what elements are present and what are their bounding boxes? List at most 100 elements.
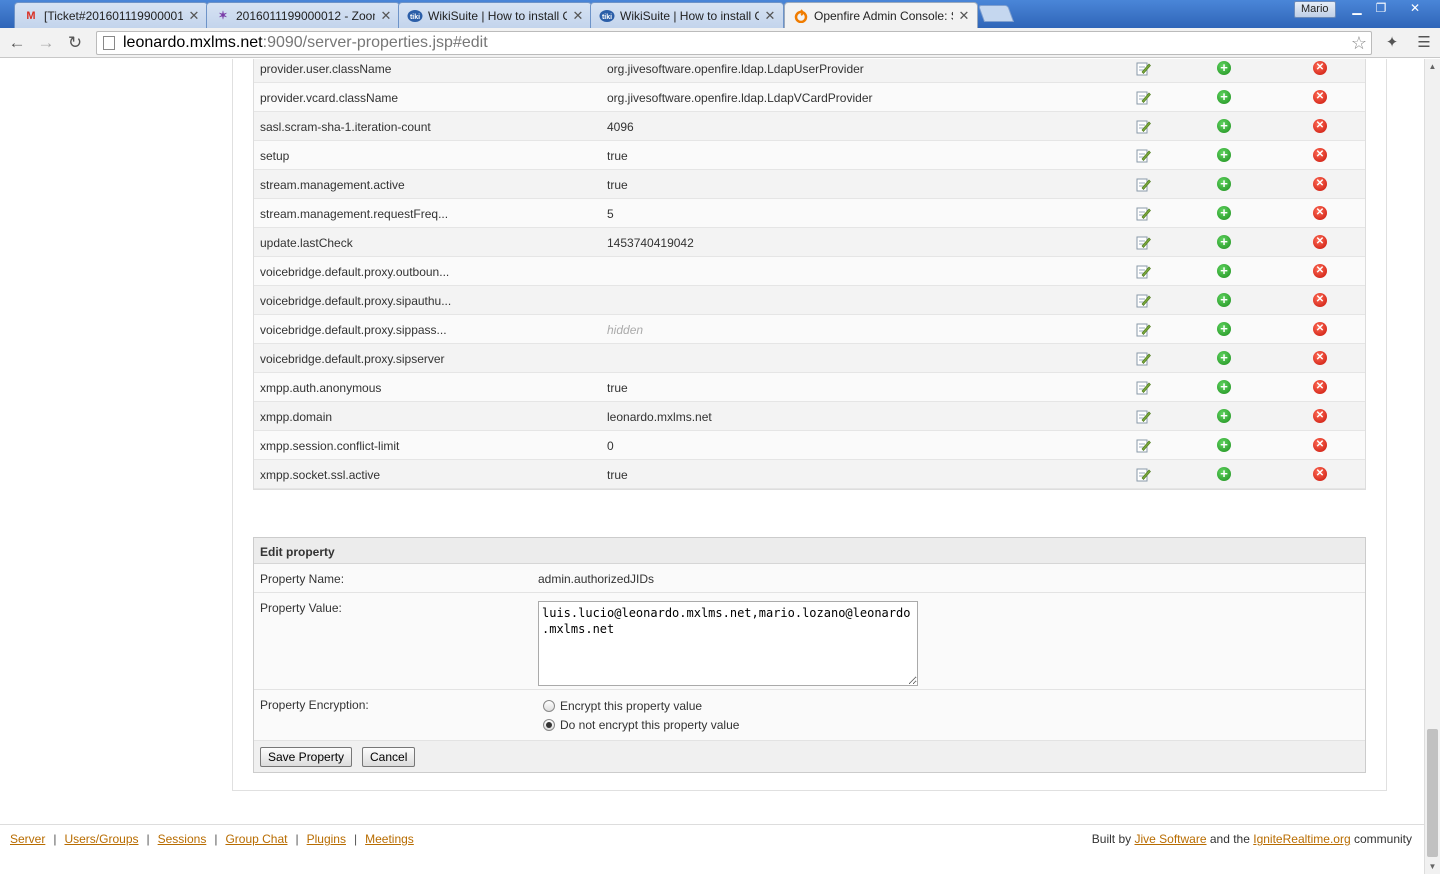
add-icon[interactable]: + <box>1217 293 1231 307</box>
delete-icon[interactable]: ✕ <box>1313 148 1327 162</box>
delete-icon[interactable]: ✕ <box>1313 351 1327 365</box>
encrypt-option[interactable]: Encrypt this property value <box>543 699 702 713</box>
jive-software-link[interactable]: Jive Software <box>1134 832 1206 846</box>
property-name: stream.management.requestFreq... <box>260 207 449 221</box>
add-icon[interactable]: + <box>1217 438 1231 452</box>
delete-icon[interactable]: ✕ <box>1313 235 1327 249</box>
new-tab-button[interactable] <box>977 5 1015 22</box>
property-value: 5 <box>607 207 614 221</box>
igniterealtime-link[interactable]: IgniteRealtime.org <box>1253 832 1350 846</box>
delete-icon[interactable]: ✕ <box>1313 264 1327 278</box>
footer-link[interactable]: Plugins <box>307 832 346 846</box>
bookmark-star-icon[interactable]: ☆ <box>1351 33 1367 54</box>
close-icon[interactable]: ✕ <box>763 8 777 24</box>
edit-icon[interactable] <box>1136 177 1151 192</box>
tab-zoom[interactable]: ✶ 2016011199000012 - Zoom - ✕ <box>206 2 400 28</box>
no-encrypt-radio[interactable] <box>543 719 555 731</box>
add-icon[interactable]: + <box>1217 90 1231 104</box>
delete-icon[interactable]: ✕ <box>1313 438 1327 452</box>
tab-title: WikiSuite | How to install Ope <box>428 8 567 23</box>
add-icon[interactable]: + <box>1217 148 1231 162</box>
back-arrow-icon[interactable]: ← <box>6 32 28 54</box>
delete-icon[interactable]: ✕ <box>1313 119 1327 133</box>
footer-link[interactable]: Meetings <box>365 832 414 846</box>
scroll-up-arrow-icon[interactable]: ▲ <box>1425 59 1440 74</box>
credit-prefix: Built by <box>1091 832 1132 846</box>
tab-title: [Ticket#2016011199000012] <box>44 8 183 23</box>
save-property-button[interactable]: Save Property <box>260 747 353 767</box>
delete-icon[interactable]: ✕ <box>1313 177 1327 191</box>
forward-arrow-icon[interactable]: → <box>35 32 57 54</box>
add-icon[interactable]: + <box>1217 467 1231 481</box>
footer-separator: | <box>295 832 299 846</box>
delete-icon[interactable]: ✕ <box>1313 467 1327 481</box>
menu-icon[interactable]: ☰ <box>1415 34 1433 52</box>
close-icon[interactable]: ✕ <box>379 8 393 24</box>
edit-icon[interactable] <box>1136 235 1151 250</box>
tiki-icon: tiki <box>599 8 615 24</box>
edit-icon[interactable] <box>1136 467 1151 482</box>
add-icon[interactable]: + <box>1217 119 1231 133</box>
property-name: xmpp.auth.anonymous <box>260 381 382 395</box>
address-bar[interactable]: leonardo.mxlms.net:9090/server-propertie… <box>96 31 1372 55</box>
footer-link[interactable]: Users/Groups <box>64 832 138 846</box>
edit-icon[interactable] <box>1136 264 1151 279</box>
profile-badge[interactable]: Mario <box>1294 1 1336 18</box>
delete-icon[interactable]: ✕ <box>1313 206 1327 220</box>
edit-icon[interactable] <box>1136 206 1151 221</box>
delete-icon[interactable]: ✕ <box>1313 380 1327 394</box>
footer-link[interactable]: Group Chat <box>225 832 287 846</box>
property-name: provider.vcard.className <box>260 91 399 105</box>
edit-icon[interactable] <box>1136 61 1151 76</box>
edit-icon[interactable] <box>1136 90 1151 105</box>
edit-icon[interactable] <box>1136 351 1151 366</box>
vertical-scrollbar[interactable]: ▲ ▼ <box>1424 59 1440 874</box>
property-row: stream.management.active true + ✕ <box>254 170 1365 199</box>
edit-icon[interactable] <box>1136 380 1151 395</box>
add-icon[interactable]: + <box>1217 206 1231 220</box>
cancel-button[interactable]: Cancel <box>362 747 416 767</box>
encrypt-radio[interactable] <box>543 700 555 712</box>
footer-link[interactable]: Server <box>10 832 45 846</box>
edit-icon[interactable] <box>1136 438 1151 453</box>
tab-wikisuite-1[interactable]: tiki WikiSuite | How to install Ope ✕ <box>398 2 592 28</box>
add-icon[interactable]: + <box>1217 409 1231 423</box>
property-value-textarea[interactable]: luis.lucio@leonardo.mxlms.net,mario.loza… <box>538 601 918 686</box>
tab-gmail[interactable]: M [Ticket#2016011199000012] ✕ <box>14 2 208 28</box>
property-name: sasl.scram-sha-1.iteration-count <box>260 120 431 134</box>
edit-icon[interactable] <box>1136 322 1151 337</box>
add-icon[interactable]: + <box>1217 351 1231 365</box>
reload-icon[interactable]: ↻ <box>64 32 86 54</box>
footer-link[interactable]: Sessions <box>158 832 207 846</box>
edit-icon[interactable] <box>1136 409 1151 424</box>
property-name: voicebridge.default.proxy.sipserver <box>260 352 445 366</box>
add-icon[interactable]: + <box>1217 61 1231 75</box>
close-icon[interactable]: ✕ <box>187 8 201 24</box>
property-name: provider.user.className <box>260 62 392 76</box>
edit-icon[interactable] <box>1136 148 1151 163</box>
scroll-down-arrow-icon[interactable]: ▼ <box>1425 859 1440 874</box>
add-icon[interactable]: + <box>1217 177 1231 191</box>
no-encrypt-option[interactable]: Do not encrypt this property value <box>543 718 739 732</box>
delete-icon[interactable]: ✕ <box>1313 61 1327 75</box>
delete-icon[interactable]: ✕ <box>1313 293 1327 307</box>
minimize-icon[interactable]: ▁ <box>1344 0 1370 18</box>
add-icon[interactable]: + <box>1217 264 1231 278</box>
add-icon[interactable]: + <box>1217 322 1231 336</box>
add-icon[interactable]: + <box>1217 380 1231 394</box>
window-close-icon[interactable]: ✕ <box>1400 0 1430 18</box>
delete-icon[interactable]: ✕ <box>1313 409 1327 423</box>
restore-icon[interactable]: ❐ <box>1368 0 1394 18</box>
add-icon[interactable]: + <box>1217 235 1231 249</box>
tab-wikisuite-2[interactable]: tiki WikiSuite | How to install Ope ✕ <box>590 2 784 28</box>
close-icon[interactable]: ✕ <box>571 8 585 24</box>
edit-icon[interactable] <box>1136 293 1151 308</box>
footer-separator: | <box>53 832 57 846</box>
tab-openfire[interactable]: Openfire Admin Console: Sys ✕ <box>784 2 978 28</box>
edit-icon[interactable] <box>1136 119 1151 134</box>
scrollbar-thumb[interactable] <box>1427 729 1438 857</box>
delete-icon[interactable]: ✕ <box>1313 90 1327 104</box>
close-icon[interactable]: ✕ <box>957 8 971 24</box>
delete-icon[interactable]: ✕ <box>1313 322 1327 336</box>
extension-icon[interactable]: ✦ <box>1383 34 1401 52</box>
